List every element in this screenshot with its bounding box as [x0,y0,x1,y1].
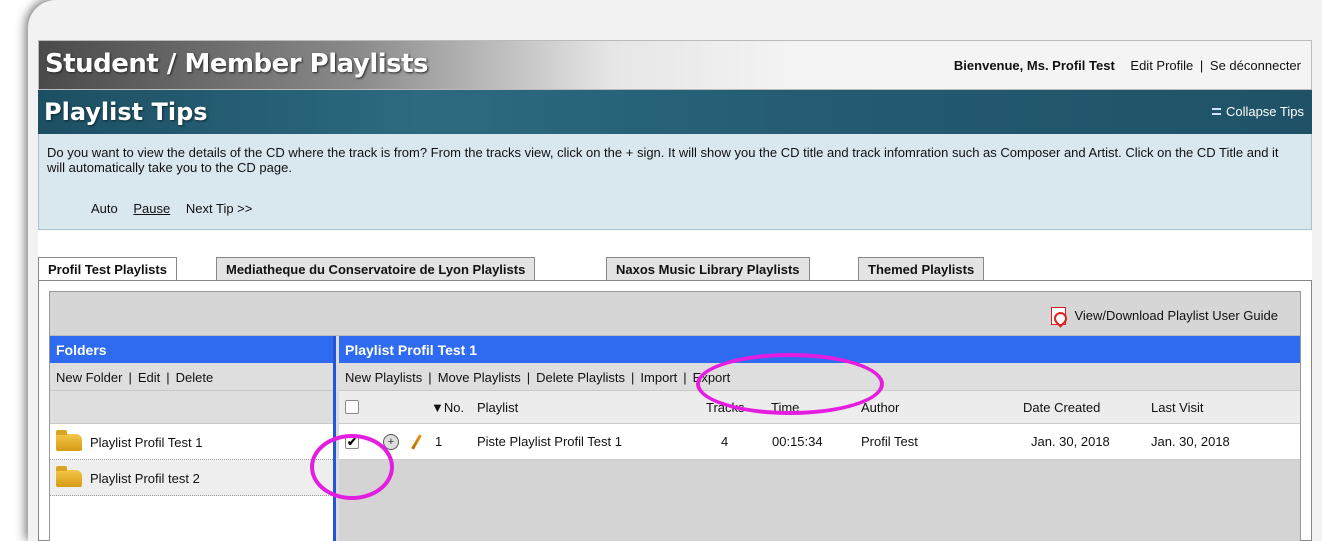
guide-row: View/Download Playlist User Guide [50,292,1300,336]
table-row[interactable]: ✔ + 1 Piste Playlist Profil Test 1 4 00:… [339,424,1300,460]
playlist-manager: View/Download Playlist User Guide Folder… [49,291,1301,541]
row-last-visit: Jan. 30, 2018 [1151,434,1230,449]
col-last-visit[interactable]: Last Visit [1151,391,1204,423]
delete-playlists-button[interactable]: Delete Playlists [536,370,625,385]
select-all-checkbox[interactable] [345,400,359,414]
folder-label: Playlist Profil Test 1 [90,435,203,450]
row-no: 1 [435,434,443,449]
tab-mediatheque-playlists[interactable]: Mediatheque du Conservatoire de Lyon Pla… [216,257,536,281]
folders-spacer [50,391,333,424]
import-button[interactable]: Import [640,370,677,385]
edit-folder-button[interactable]: Edit [138,370,160,385]
folder-icon [56,430,82,451]
auto-button[interactable]: Auto [91,201,118,216]
user-guide-label: View/Download Playlist User Guide [1074,308,1278,323]
separator: | [683,370,687,385]
folders-header: Folders [50,336,333,363]
folder-item[interactable]: Playlist Profil test 2 [50,460,333,496]
tab-naxos-playlists[interactable]: Naxos Music Library Playlists [606,257,810,281]
col-no[interactable]: ▼No. [431,391,464,423]
folder-icon [56,466,82,487]
separator: | [128,370,132,385]
row-playlist-name[interactable]: Piste Playlist Profil Test 1 [477,424,622,459]
separator: | [631,370,635,385]
welcome-text: Bienvenue, Ms. Profil Test [953,58,1115,73]
logout-link[interactable]: Se déconnecter [1210,58,1301,73]
col-date-created[interactable]: Date Created [1023,391,1100,423]
separator: | [428,370,432,385]
row-time: 00:15:34 [772,434,823,449]
tips-title: Playlist Tips [44,98,208,126]
pdf-icon [1051,307,1067,325]
collapse-icon [1211,108,1221,115]
move-playlists-button[interactable]: Move Playlists [438,370,521,385]
site-header: Student / Member Playlists Bienvenue, Ms… [38,40,1312,90]
next-tip-button[interactable]: Next Tip >> [186,201,252,216]
select-all-cell [345,391,359,423]
tips-header: Playlist Tips Collapse Tips [38,90,1312,134]
collapse-tips-label: Collapse Tips [1225,104,1304,119]
row-date-created: Jan. 30, 2018 [1031,434,1110,449]
separator: | [1199,58,1204,73]
separator: | [166,370,170,385]
page: Student / Member Playlists Bienvenue, Ms… [38,40,1312,541]
folder-item[interactable]: Playlist Profil Test 1 [50,424,333,460]
pause-button[interactable]: Pause [133,201,170,216]
screenshot-frame: Student / Member Playlists Bienvenue, Ms… [28,0,1322,541]
tip-controls: Auto Pause Next Tip >> [91,201,264,216]
tab-profil-test-playlists[interactable]: Profil Test Playlists [38,257,177,282]
delete-folder-button[interactable]: Delete [176,370,214,385]
row-tracks: 4 [721,434,729,449]
edit-cell [411,424,422,459]
highlight-import-export [696,353,884,415]
new-playlists-button[interactable]: New Playlists [345,370,422,385]
user-guide-link[interactable]: View/Download Playlist User Guide [1051,307,1278,325]
pencil-icon[interactable] [411,433,422,450]
tips-body: Do you want to view the details of the C… [38,134,1312,230]
folder-label: Playlist Profil test 2 [90,471,200,486]
folder-actions: New Folder | Edit | Delete [50,363,333,391]
row-author: Profil Test [861,434,918,449]
highlight-row-checkbox [310,434,394,500]
new-folder-button[interactable]: New Folder [56,370,122,385]
tab-panel: View/Download Playlist User Guide Folder… [38,280,1312,541]
col-playlist[interactable]: Playlist [477,391,518,423]
tab-themed-playlists[interactable]: Themed Playlists [858,257,985,281]
user-bar: Bienvenue, Ms. Profil Test Edit Profile … [954,58,1301,73]
tip-text: Do you want to view the details of the C… [47,145,1279,175]
folders-column: Folders New Folder | Edit | Delete Playlist … [50,336,336,541]
separator: | [526,370,531,385]
edit-profile-link[interactable]: Edit Profile [1130,58,1193,73]
collapse-tips-button[interactable]: Collapse Tips [1211,104,1304,119]
page-title: Student / Member Playlists [45,49,429,79]
